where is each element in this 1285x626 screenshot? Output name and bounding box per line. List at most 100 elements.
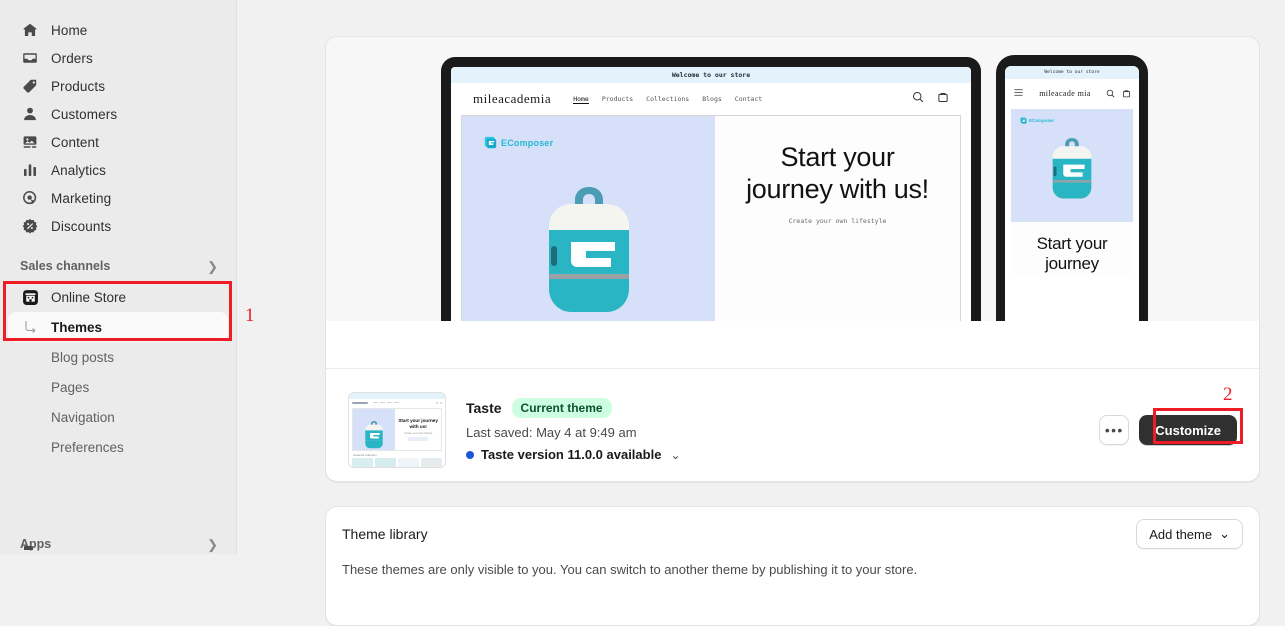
sidebar-item-discounts[interactable]: Discounts xyxy=(8,212,228,240)
marketing-target-icon xyxy=(20,188,40,208)
sidebar-item-customers[interactable]: Customers xyxy=(8,100,228,128)
sidebar-item-content[interactable]: Content xyxy=(8,128,228,156)
announcement-bar: Welcome to our store xyxy=(451,67,971,83)
sidebar-item-marketing[interactable]: Marketing xyxy=(8,184,228,212)
sidebar: Home Orders Products Customers Content A… xyxy=(0,0,237,554)
home-icon xyxy=(20,20,40,40)
status-dot-icon xyxy=(466,450,474,459)
theme-last-saved: Last saved: May 4 at 9:49 am xyxy=(466,425,637,440)
sidebar-item-home[interactable]: Home xyxy=(8,16,228,44)
thumb-hero-text: Start your journey with us! Create your … xyxy=(395,409,441,450)
store-brand: mileacademia xyxy=(473,91,552,106)
add-theme-button[interactable]: Add theme ⌄ xyxy=(1136,519,1243,549)
sidebar-item-navigation[interactable]: Navigation xyxy=(8,402,228,432)
hero-product-image: EComposer xyxy=(462,116,715,321)
store-header-icons xyxy=(912,90,949,108)
theme-row-actions: ••• Customize xyxy=(1099,415,1237,445)
chevron-right-icon: ❯ xyxy=(207,536,218,552)
search-icon[interactable] xyxy=(1106,85,1115,103)
sidebar-item-blog-posts[interactable]: Blog posts xyxy=(8,342,228,372)
sales-channels-label: Sales channels xyxy=(20,259,111,273)
theme-thumbnail[interactable]: Start your journey with us! Create your … xyxy=(348,392,446,468)
cart-icon[interactable] xyxy=(937,90,949,108)
store-nav: Home Products Collections Blogs Contact xyxy=(573,95,762,104)
theme-library-description: These themes are only visible to you. Yo… xyxy=(342,562,918,577)
chevron-down-icon[interactable]: ⌄ xyxy=(670,448,680,462)
sidebar-item-pages[interactable]: Pages xyxy=(8,372,228,402)
current-theme-row: Start your journey with us! Create your … xyxy=(326,377,1259,481)
mobile-hero-heading: Start your journey xyxy=(1036,234,1108,274)
thumb-hero-sub: Create your own lifestyle xyxy=(403,431,433,435)
primary-nav: Home Orders Products Customers Content A… xyxy=(0,0,236,240)
store-nav-contact[interactable]: Contact xyxy=(735,95,762,104)
desktop-preview-frame[interactable]: Welcome to our store mileacademia Home P… xyxy=(441,57,981,321)
thumb-product-grid xyxy=(352,458,442,467)
backpack-illustration xyxy=(1052,137,1092,199)
storefront-icon xyxy=(20,287,40,307)
ecomposer-badge: EComposer xyxy=(1020,117,1054,124)
mobile-announcement-bar: Welcome to our store xyxy=(1005,66,1139,79)
hero-heading: Start your journey with us! xyxy=(746,142,929,204)
sidebar-item-orders[interactable]: Orders xyxy=(8,44,228,72)
mobile-header-icons xyxy=(1106,85,1131,103)
sidebar-item-label: Orders xyxy=(51,50,93,66)
thumb-product xyxy=(352,458,373,467)
thumb-icons xyxy=(436,401,442,404)
sidebar-item-label: Products xyxy=(51,78,106,94)
ecomposer-badge: EComposer xyxy=(484,136,553,149)
mobile-preview-frame[interactable]: Welcome to our store mileacade mia EComp… xyxy=(996,55,1148,321)
theme-title-row: Taste Current theme xyxy=(466,398,681,418)
ecomposer-logo-icon xyxy=(484,136,497,149)
apps-section-header[interactable]: Apps ❯ xyxy=(8,532,226,556)
theme-library-header: Theme library Add theme ⌄ xyxy=(326,507,1259,561)
annotation-number-2: 2 xyxy=(1223,384,1233,405)
customers-person-icon xyxy=(20,104,40,124)
hero-text: Start your journey with us! Create your … xyxy=(715,116,960,321)
store-nav-home[interactable]: Home xyxy=(573,95,589,104)
store-nav-blogs[interactable]: Blogs xyxy=(702,95,722,104)
content-image-icon xyxy=(20,132,40,152)
theme-version-notice[interactable]: Taste version 11.0.0 available ⌄ xyxy=(466,447,681,462)
sub-branch-arrow-icon xyxy=(20,317,40,337)
desktop-preview-screen: Welcome to our store mileacademia Home P… xyxy=(451,67,971,321)
thumb-hero: Start your journey with us! Create your … xyxy=(352,408,442,451)
search-icon[interactable] xyxy=(912,90,924,108)
sidebar-item-label: Home xyxy=(51,22,88,38)
orders-inbox-icon xyxy=(20,48,40,68)
sales-channels-section-header[interactable]: Sales channels ❯ xyxy=(8,254,226,278)
store-nav-products[interactable]: Products xyxy=(602,95,633,104)
hamburger-menu-icon[interactable] xyxy=(1013,85,1024,103)
theme-library-card: Theme library Add theme ⌄ These themes a… xyxy=(325,506,1260,626)
preferences-label: Preferences xyxy=(51,439,124,455)
sidebar-item-analytics[interactable]: Analytics xyxy=(8,156,228,184)
thumb-product xyxy=(421,458,442,467)
customize-button[interactable]: Customize xyxy=(1139,415,1237,445)
sidebar-item-online-store[interactable]: Online Store xyxy=(8,282,228,312)
online-store-label: Online Store xyxy=(51,289,127,305)
chevron-right-icon: ❯ xyxy=(207,258,218,274)
ecomposer-label: EComposer xyxy=(501,137,554,148)
store-nav-collections[interactable]: Collections xyxy=(646,95,689,104)
thumb-header xyxy=(349,399,445,406)
backpack-illustration xyxy=(365,420,383,449)
settings-icon[interactable] xyxy=(24,546,33,550)
mobile-store-header: mileacade mia xyxy=(1005,79,1139,109)
cart-icon[interactable] xyxy=(1122,85,1131,103)
more-actions-button[interactable]: ••• xyxy=(1099,415,1130,445)
mobile-store-brand: mileacade mia xyxy=(1039,89,1091,99)
theme-library-title: Theme library xyxy=(342,526,428,542)
sidebar-item-themes[interactable]: Themes xyxy=(8,312,228,342)
theme-preview-strip: Welcome to our store mileacademia Home P… xyxy=(326,37,1259,321)
mobile-hero-image: EComposer xyxy=(1011,109,1133,222)
sidebar-item-products[interactable]: Products xyxy=(8,72,228,100)
sidebar-item-label: Customers xyxy=(51,106,118,122)
navigation-label: Navigation xyxy=(51,409,115,425)
sidebar-item-label: Analytics xyxy=(51,162,106,178)
main-content: Welcome to our store mileacademia Home P… xyxy=(237,0,1285,626)
ecomposer-logo-icon xyxy=(1020,117,1027,124)
thumb-nav xyxy=(373,401,399,404)
sidebar-item-preferences[interactable]: Preferences xyxy=(8,432,228,462)
